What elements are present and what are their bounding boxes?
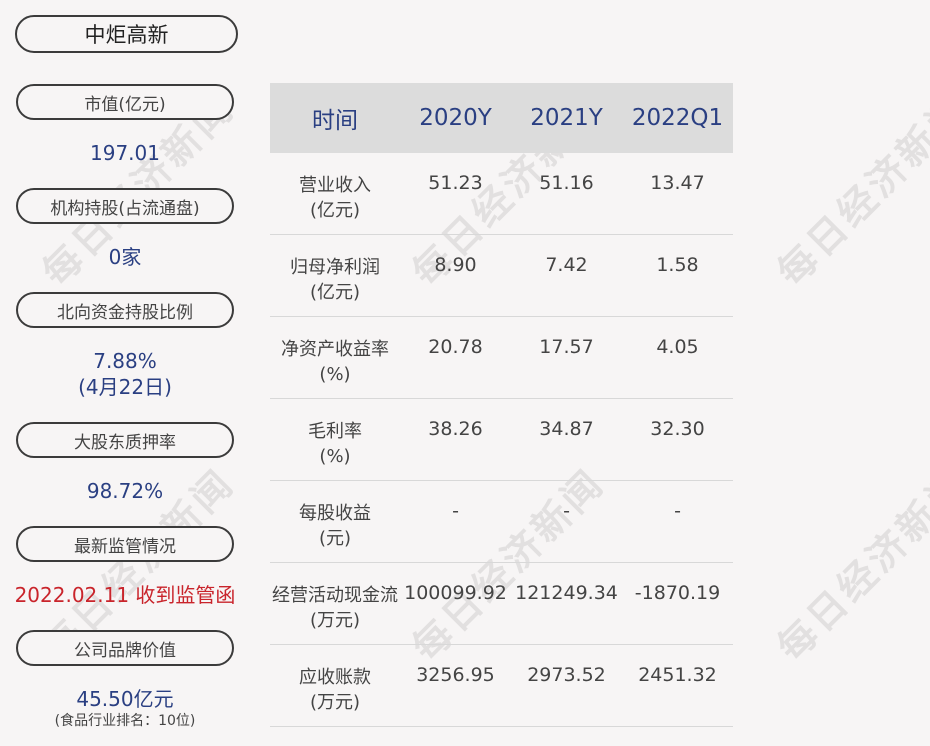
row-value: - (452, 500, 459, 522)
row-value: 51.23 (428, 172, 483, 194)
financial-table: 时间 2020Y 2021Y 2022Q1 营业收入 (亿元) 51.23 51… (270, 83, 733, 727)
row-label-name: 营业收入 (299, 175, 371, 196)
row-label-name: 应收账款 (299, 667, 371, 688)
pledge-ratio-value: 98.72% (86, 479, 164, 503)
row-label-name: 净资产收益率 (281, 339, 389, 360)
table-row: 营业收入 (亿元) 51.23 51.16 13.47 (270, 153, 733, 235)
row-value: 13.47 (650, 172, 705, 194)
row-value: 8.90 (434, 254, 477, 276)
table-row: 经营活动现金流 (万元) 100099.92 121249.34 -1870.1… (270, 563, 733, 645)
row-label-unit: (万元) (309, 610, 361, 631)
row-label: 毛利率 (%) (270, 399, 400, 469)
table-row: 毛利率 (%) 38.26 34.87 32.30 (270, 399, 733, 481)
row-label-name: 每股收益 (299, 503, 371, 524)
row-value: 51.16 (539, 172, 594, 194)
institution-holding-value: 0家 (108, 245, 142, 269)
row-label: 净资产收益率 (%) (270, 317, 400, 387)
regulatory-label: 最新监管情况 (16, 526, 234, 562)
northbound-ratio-date: (4月22日) (78, 375, 172, 399)
pledge-ratio-label: 大股东质押率 (16, 422, 234, 458)
row-value: - (563, 500, 570, 522)
watermark-text: 每日经济新闻 (768, 460, 930, 670)
table-row: 净资产收益率 (%) 20.78 17.57 4.05 (270, 317, 733, 399)
row-value: - (674, 500, 681, 522)
row-label-unit: (万元) (309, 692, 361, 713)
row-value: 1.58 (656, 254, 699, 276)
row-value: 32.30 (650, 418, 705, 440)
table-header: 时间 2020Y 2021Y 2022Q1 (270, 83, 733, 153)
row-value: 38.26 (428, 418, 483, 440)
row-label-name: 归母净利润 (290, 257, 380, 278)
row-value: 4.05 (656, 336, 699, 358)
row-label: 经营活动现金流 (万元) (270, 563, 400, 633)
row-label: 营业收入 (亿元) (270, 153, 400, 223)
row-value: 121249.34 (515, 582, 618, 604)
row-value: -1870.19 (634, 582, 721, 604)
row-label-name: 毛利率 (308, 421, 362, 442)
row-value: 100099.92 (404, 582, 507, 604)
row-label: 每股收益 (元) (270, 481, 400, 551)
header-2022q1: 2022Q1 (631, 105, 724, 131)
row-label: 应收账款 (万元) (270, 645, 400, 715)
row-value: 3256.95 (416, 664, 495, 686)
header-2020y: 2020Y (419, 105, 492, 131)
row-value: 17.57 (539, 336, 594, 358)
company-name: 中炬高新 (15, 15, 238, 53)
watermark-text: 每日经济新闻 (768, 85, 930, 295)
row-label-unit: (亿元) (309, 282, 361, 303)
row-label-unit: (元) (318, 528, 352, 549)
table-row: 每股收益 (元) - - - (270, 481, 733, 563)
table-row: 归母净利润 (亿元) 8.90 7.42 1.58 (270, 235, 733, 317)
market-cap-value: 197.01 (90, 141, 160, 165)
row-value: 20.78 (428, 336, 483, 358)
brand-value-value: 45.50亿元 (76, 687, 174, 711)
brand-value-rank: (食品行业排名：10位) (54, 713, 196, 729)
header-time: 时间 (312, 108, 358, 134)
row-value: 2451.32 (638, 664, 717, 686)
table-row: 应收账款 (万元) 3256.95 2973.52 2451.32 (270, 645, 733, 727)
row-label: 归母净利润 (亿元) (270, 235, 400, 305)
row-label-name: 经营活动现金流 (272, 585, 398, 606)
brand-value-label: 公司品牌价值 (16, 630, 234, 666)
row-label-unit: (亿元) (309, 200, 361, 221)
regulatory-value: 2022.02.11 收到监管函 (14, 583, 236, 607)
northbound-ratio-value: 7.88% (93, 349, 157, 373)
institution-holding-label: 机构持股(占流通盘) (16, 188, 234, 224)
market-cap-label: 市值(亿元) (16, 84, 234, 120)
row-value: 7.42 (545, 254, 588, 276)
header-2021y: 2021Y (530, 105, 603, 131)
row-label-unit: (%) (319, 364, 351, 385)
row-value: 2973.52 (527, 664, 606, 686)
northbound-ratio-label: 北向资金持股比例 (16, 292, 234, 328)
row-label-unit: (%) (319, 446, 351, 467)
row-value: 34.87 (539, 418, 594, 440)
